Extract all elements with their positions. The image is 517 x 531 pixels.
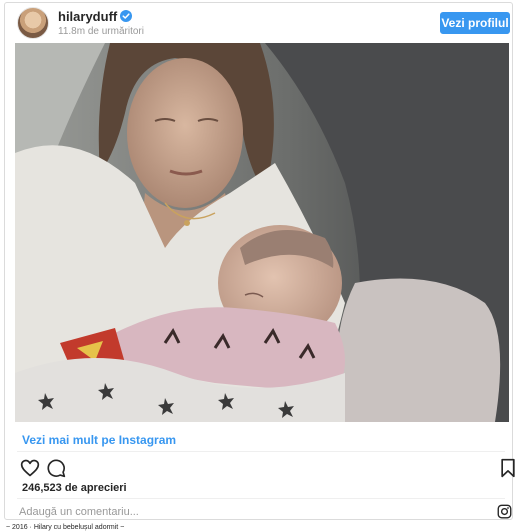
instagram-embed-card: hilaryduff 11.8m de urmăritori Vezi prof… xyxy=(4,2,515,522)
verified-badge-icon xyxy=(120,10,133,22)
comment-bubble-icon[interactable] xyxy=(46,458,66,478)
photo-illustration xyxy=(15,43,509,422)
divider xyxy=(17,498,505,499)
view-profile-button[interactable]: Vezi profilul xyxy=(440,12,510,34)
post-header: hilaryduff 11.8m de urmăritori Vezi prof… xyxy=(5,3,512,39)
divider xyxy=(17,451,505,452)
like-count: 246,523 de aprecieri xyxy=(22,482,127,494)
comment-input[interactable] xyxy=(19,502,479,522)
instagram-logo-icon[interactable] xyxy=(497,504,512,519)
post-photo[interactable] xyxy=(15,43,509,422)
follower-count: 11.8m de urmăritori xyxy=(58,26,144,37)
post-actions xyxy=(20,457,515,479)
heart-icon[interactable] xyxy=(20,458,40,478)
bookmark-icon[interactable] xyxy=(498,458,517,478)
username[interactable]: hilaryduff xyxy=(58,9,117,24)
username-row[interactable]: hilaryduff xyxy=(58,9,133,24)
profile-avatar[interactable] xyxy=(17,7,49,39)
see-more-on-instagram-link[interactable]: Vezi mai mult pe Instagram xyxy=(22,433,176,447)
post-caption: ~ 2016 · Hilary cu bebelușul adormit ~ xyxy=(6,524,125,531)
